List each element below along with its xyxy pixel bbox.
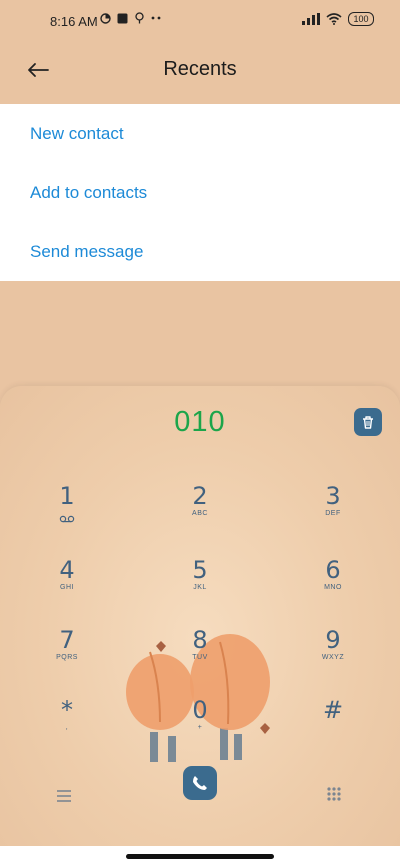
key-8[interactable]: 8 TUV: [160, 626, 240, 686]
key-8-letters: TUV: [192, 654, 208, 661]
trash-icon: [363, 416, 373, 429]
key-3[interactable]: 3 DEF: [293, 482, 373, 542]
key-7-digit: 7: [59, 626, 75, 654]
phone-icon: [193, 776, 207, 790]
status-system-icons: 100: [302, 12, 374, 26]
new-contact-action[interactable]: New contact: [0, 104, 400, 163]
key-hash-digit: #: [322, 696, 344, 724]
add-to-contacts-action[interactable]: Add to contacts: [0, 163, 400, 222]
actions-list: New contact Add to contacts Send message: [0, 104, 400, 281]
page-title: Recents: [163, 58, 237, 80]
key-star-letters: ,: [65, 724, 69, 731]
app-header: Recents: [0, 44, 400, 104]
key-0[interactable]: 0 +: [160, 696, 240, 756]
dialpad-icon: [327, 787, 341, 801]
key-hash[interactable]: #: [293, 696, 373, 756]
key-7[interactable]: 7 PQRS: [27, 626, 107, 686]
key-2[interactable]: 2 ABC: [160, 482, 240, 542]
key-0-digit: 0: [192, 696, 208, 724]
voicemail-icon: [59, 515, 75, 523]
key-6-letters: MNO: [324, 584, 342, 591]
key-0-letters: +: [197, 724, 203, 731]
key-8-digit: 8: [192, 626, 208, 654]
key-6[interactable]: 6 MNO: [293, 556, 373, 616]
key-5[interactable]: 5 JKL: [160, 556, 240, 616]
key-2-letters: ABC: [192, 510, 208, 517]
key-3-letters: DEF: [325, 510, 341, 517]
call-button[interactable]: [183, 766, 217, 800]
key-9-letters: WXYZ: [321, 654, 345, 661]
status-time: 8:16 AM: [50, 14, 98, 29]
key-2-digit: 2: [192, 482, 208, 510]
signal-icon: [302, 13, 320, 25]
square-notification-icon: [117, 13, 128, 23]
key-4-letters: GHI: [60, 584, 74, 591]
key-9-digit: 9: [325, 626, 341, 654]
key-9[interactable]: 9 WXYZ: [293, 626, 373, 686]
key-4-digit: 4: [59, 556, 75, 584]
send-message-action[interactable]: Send message: [0, 222, 400, 281]
wifi-icon: [326, 13, 342, 25]
menu-button[interactable]: [52, 784, 76, 808]
status-bar: 8:16 AM 100: [0, 0, 400, 44]
key-6-digit: 6: [325, 556, 341, 584]
menu-icon: [57, 790, 71, 802]
key-star[interactable]: * ,: [27, 696, 107, 756]
key-4[interactable]: 4 GHI: [27, 556, 107, 616]
key-star-digit: *: [61, 696, 73, 724]
dialed-number: 010: [174, 406, 226, 438]
key-1-digit: 1: [59, 482, 75, 510]
pie-notification-icon: [100, 12, 111, 24]
status-notification-icons: [100, 12, 163, 24]
home-indicator[interactable]: [126, 854, 274, 859]
battery-icon: 100: [348, 12, 374, 26]
key-7-letters: PQRS: [56, 654, 78, 661]
delete-button[interactable]: [354, 408, 382, 436]
key-5-digit: 5: [192, 556, 208, 584]
dialer-panel: 010 1 2 ABC 3 DEF 4 GHI 5 JKL 6 MNO 7 PQ…: [0, 386, 400, 846]
key-5-letters: JKL: [193, 584, 207, 591]
key-1[interactable]: 1: [27, 482, 107, 542]
location-notification-icon: [135, 12, 144, 24]
dialpad-toggle-button[interactable]: [322, 782, 346, 806]
more-dots-icon: [151, 16, 161, 20]
key-3-digit: 3: [325, 482, 341, 510]
